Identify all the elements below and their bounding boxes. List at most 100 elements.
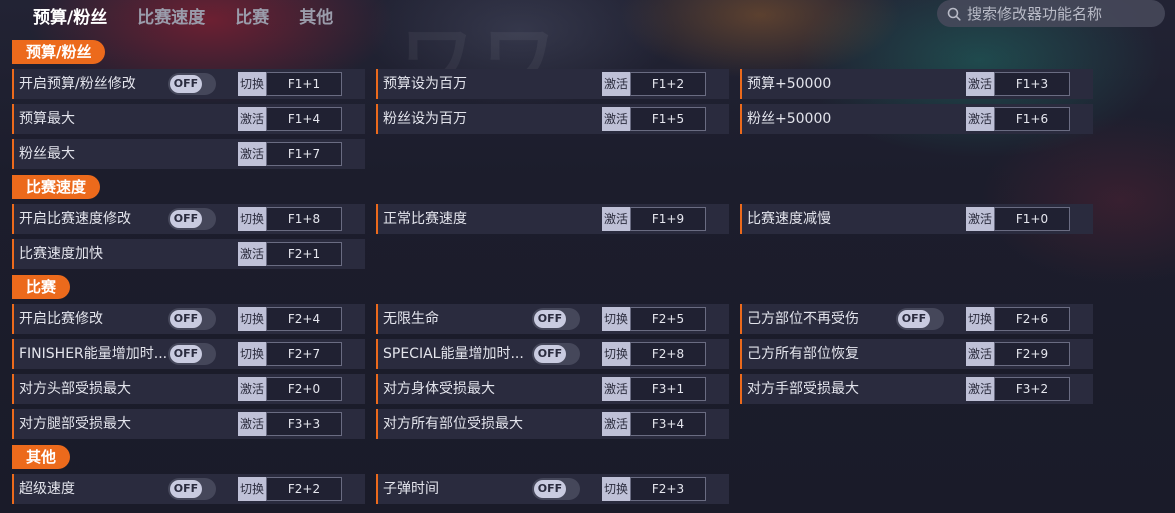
cheat-item: 粉丝设为百万 激活 F1+5 [376, 104, 729, 134]
cheat-label: 对方身体受损最大 [383, 381, 495, 397]
cheat-item: 开启比赛修改 OFF 切换 F2+4 [12, 304, 365, 334]
cheat-item: 对方身体受损最大 激活 F3+1 [376, 374, 729, 404]
top-nav: 预算/粉丝 比赛速度 比赛 其他 [0, 0, 363, 30]
hotkey-action-label: 激活 [602, 107, 630, 131]
hotkey-action-label: 切换 [602, 342, 630, 366]
tab-budget-fans[interactable]: 预算/粉丝 [33, 3, 107, 28]
hotkey-button[interactable]: 激活 F1+7 [238, 142, 342, 166]
hotkey-f2-7: F2+7 [266, 342, 342, 366]
hotkey-button[interactable]: 激活 F1+6 [966, 107, 1070, 131]
cheat-label: 比赛速度减慢 [747, 211, 831, 227]
cheat-label: 预算+50000 [747, 76, 832, 92]
hotkey-button[interactable]: 激活 F1+5 [602, 107, 706, 131]
hotkey-action-label: 切换 [238, 207, 266, 231]
hotkey-f1-5: F1+5 [630, 107, 706, 131]
cheat-label: 开启预算/粉丝修改 [19, 76, 136, 92]
cheat-item: 无限生命 OFF 切换 F2+5 [376, 304, 729, 334]
hotkey-action-label: 激活 [602, 72, 630, 96]
hotkey-button[interactable]: 切换 F1+8 [238, 207, 342, 231]
hotkey-button[interactable]: 激活 F1+9 [602, 207, 706, 231]
hotkey-button[interactable]: 切换 F2+7 [238, 342, 342, 366]
toggle-state: OFF [170, 480, 202, 498]
hotkey-action-label: 切换 [238, 477, 266, 501]
hotkey-action-label: 激活 [238, 242, 266, 266]
cheat-item: 粉丝+50000 激活 F1+6 [740, 104, 1093, 134]
toggle-switch[interactable]: OFF [532, 478, 580, 500]
cheat-item: 正常比赛速度 激活 F1+9 [376, 204, 729, 234]
cheat-label: 子弹时间 [383, 481, 439, 497]
search-box[interactable] [937, 0, 1165, 27]
hotkey-button[interactable]: 激活 F3+4 [602, 412, 706, 436]
hotkey-f2-4: F2+4 [266, 307, 342, 331]
toggle-state: OFF [534, 480, 566, 498]
cheat-label: 无限生命 [383, 311, 439, 327]
toggle-switch[interactable]: OFF [168, 73, 216, 95]
toggle-state: OFF [898, 310, 930, 328]
cheat-label: 比赛速度加快 [19, 246, 103, 262]
cheat-label: 对方腿部受损最大 [19, 416, 131, 432]
section-header: 比赛 [12, 275, 71, 299]
hotkey-f2-1: F2+1 [266, 242, 342, 266]
toggle-switch[interactable]: OFF [168, 308, 216, 330]
hotkey-button[interactable]: 激活 F1+4 [238, 107, 342, 131]
hotkey-button[interactable]: 切换 F2+5 [602, 307, 706, 331]
hotkey-f2-8: F2+8 [630, 342, 706, 366]
hotkey-button[interactable]: 激活 F2+1 [238, 242, 342, 266]
hotkey-button[interactable]: 切换 F2+6 [966, 307, 1070, 331]
tab-other[interactable]: 其他 [299, 3, 333, 28]
toggle-switch[interactable]: OFF [532, 343, 580, 365]
hotkey-f1-0: F1+0 [994, 207, 1070, 231]
cheat-item: 比赛速度减慢 激活 F1+0 [740, 204, 1093, 234]
hotkey-action-label: 切换 [966, 307, 994, 331]
cheat-item: SPECIAL能量增加时... OFF 切换 F2+8 [376, 339, 729, 369]
toggle-switch[interactable]: OFF [896, 308, 944, 330]
hotkey-action-label: 切换 [238, 307, 266, 331]
toggle-state: OFF [170, 75, 202, 93]
hotkey-button[interactable]: 激活 F1+3 [966, 72, 1070, 96]
hotkey-button[interactable]: 激活 F3+1 [602, 377, 706, 401]
cheat-label: 对方手部受损最大 [747, 381, 859, 397]
hotkey-button[interactable]: 切换 F2+2 [238, 477, 342, 501]
cheat-label: 开启比赛修改 [19, 311, 103, 327]
hotkey-f2-9: F2+9 [994, 342, 1070, 366]
hotkey-button[interactable]: 切换 F2+3 [602, 477, 706, 501]
toggle-switch[interactable]: OFF [168, 343, 216, 365]
hotkey-action-label: 激活 [238, 107, 266, 131]
hotkey-f3-4: F3+4 [630, 412, 706, 436]
cheat-label: 对方所有部位受损最大 [383, 416, 523, 432]
toggle-switch[interactable]: OFF [532, 308, 580, 330]
hotkey-f2-0: F2+0 [266, 377, 342, 401]
hotkey-action-label: 激活 [602, 207, 630, 231]
hotkey-button[interactable]: 切换 F1+1 [238, 72, 342, 96]
hotkey-f1-6: F1+6 [994, 107, 1070, 131]
cheat-label: 对方头部受损最大 [19, 381, 131, 397]
hotkey-button[interactable]: 激活 F1+0 [966, 207, 1070, 231]
hotkey-button[interactable]: 激活 F2+0 [238, 377, 342, 401]
cheat-item: 比赛速度加快 激活 F2+1 [12, 239, 365, 269]
hotkey-button[interactable]: 激活 F1+2 [602, 72, 706, 96]
cheat-item: 对方头部受损最大 激活 F2+0 [12, 374, 365, 404]
cheat-item: 对方手部受损最大 激活 F3+2 [740, 374, 1093, 404]
hotkey-action-label: 激活 [602, 412, 630, 436]
hotkey-button[interactable]: 切换 F2+8 [602, 342, 706, 366]
hotkey-f1-8: F1+8 [266, 207, 342, 231]
search-icon [947, 7, 961, 21]
toggle-state: OFF [534, 345, 566, 363]
search-input[interactable] [967, 4, 1157, 23]
hotkey-button[interactable]: 激活 F3+2 [966, 377, 1070, 401]
tab-match[interactable]: 比赛 [235, 3, 269, 28]
hotkey-action-label: 切换 [238, 342, 266, 366]
cheat-item: 对方所有部位受损最大 激活 F3+4 [376, 409, 729, 439]
hotkey-button[interactable]: 激活 F3+3 [238, 412, 342, 436]
hotkey-button[interactable]: 切换 F2+4 [238, 307, 342, 331]
toggle-switch[interactable]: OFF [168, 478, 216, 500]
toggle-switch[interactable]: OFF [168, 208, 216, 230]
cheat-label: 己方部位不再受伤 [747, 311, 859, 327]
cheat-label: 己方所有部位恢复 [747, 346, 859, 362]
hotkey-f1-7: F1+7 [266, 142, 342, 166]
cheat-label: 超级速度 [19, 481, 75, 497]
tab-match-speed[interactable]: 比赛速度 [137, 3, 205, 28]
cheat-item: FINISHER能量增加时... OFF 切换 F2+7 [12, 339, 365, 369]
hotkey-action-label: 激活 [966, 107, 994, 131]
hotkey-button[interactable]: 激活 F2+9 [966, 342, 1070, 366]
